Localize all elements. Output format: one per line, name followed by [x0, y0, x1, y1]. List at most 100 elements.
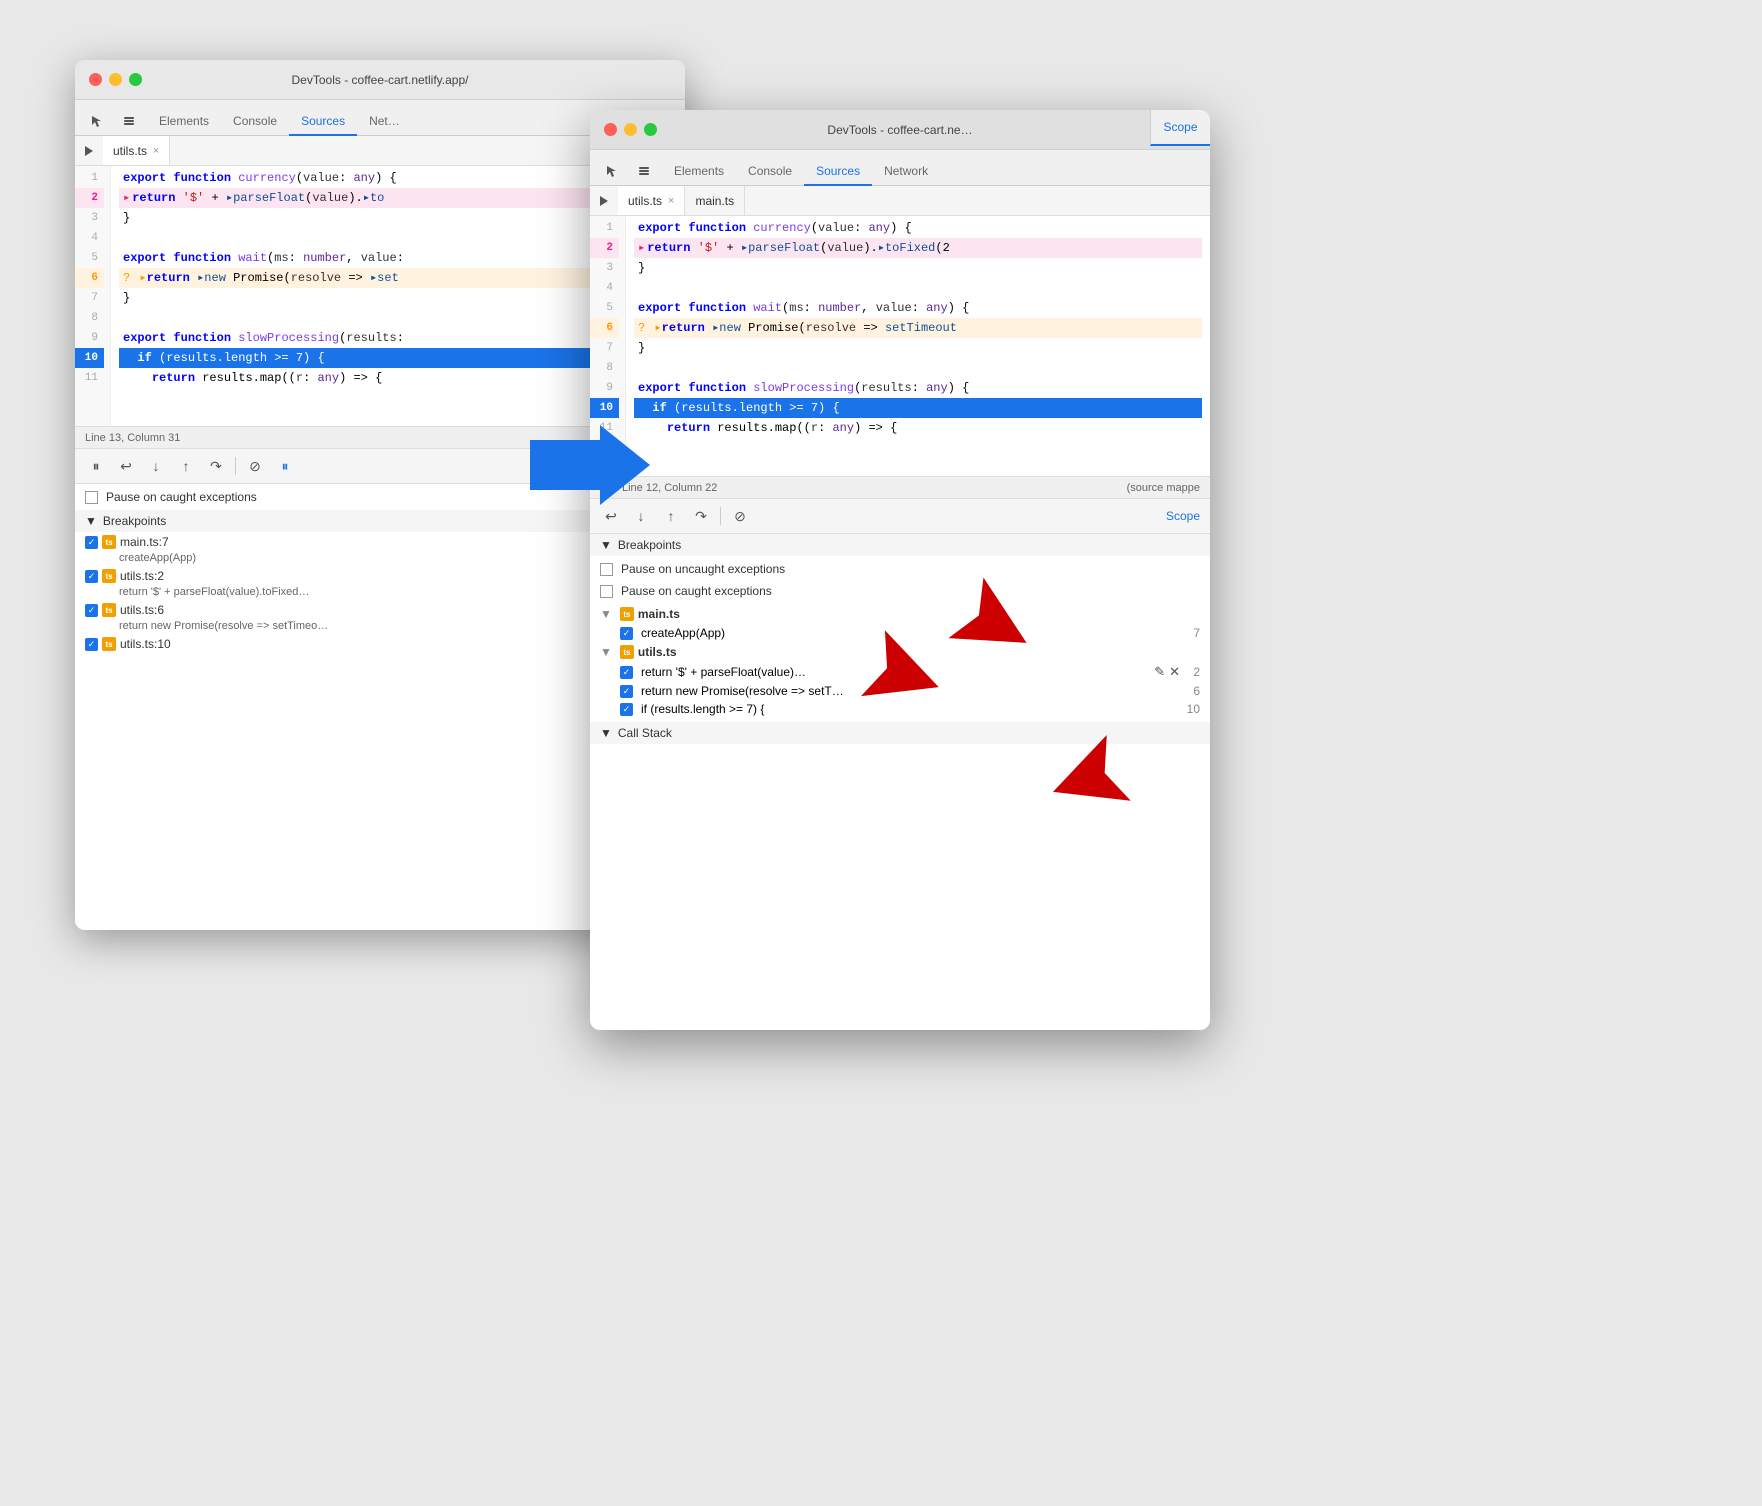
tab-sources-1[interactable]: Sources	[289, 108, 357, 136]
code-content-2: export function currency(value: any) { ▸…	[626, 216, 1210, 476]
tab-elements-1[interactable]: Elements	[147, 108, 221, 136]
pause-caught-label-2: Pause on caught exceptions	[621, 584, 772, 598]
layers-icon[interactable]	[115, 107, 143, 135]
tab-sources-2[interactable]: Sources	[804, 158, 872, 186]
minimize-button-2[interactable]	[624, 123, 637, 136]
tab-console-2[interactable]: Console	[736, 158, 804, 186]
bp-line-num-10: 10	[1187, 702, 1200, 716]
step-out-button-2[interactable]: ↑	[660, 505, 682, 527]
pause-caught-checkbox-2[interactable]	[600, 585, 613, 598]
pause-button-1[interactable]: ⏸	[85, 455, 107, 477]
bp-filename-main-1: main.ts:7	[120, 535, 169, 549]
titlebar-2: DevTools - coffee-cart.ne…	[590, 110, 1210, 150]
close-tab-icon-utils-2[interactable]: ×	[668, 195, 674, 207]
pause-caught-2: Pause on caught exceptions	[590, 582, 1210, 604]
step-over-button-2[interactable]: ↷	[690, 505, 712, 527]
bp-check-utils-return[interactable]: ✓	[620, 666, 633, 679]
file-tab-name-1: utils.ts	[113, 144, 147, 158]
w2-code-line-6: ? ▸return ▸new Promise(resolve => setTim…	[634, 318, 1202, 338]
close-tab-icon-1[interactable]: ×	[153, 145, 159, 157]
bp-check-main-1[interactable]: ✓	[85, 536, 98, 549]
play-icon-2[interactable]	[590, 187, 618, 215]
traffic-lights-2	[604, 123, 657, 136]
bp-file-icon-main-2: ts	[620, 607, 634, 621]
maximize-button-2[interactable]	[644, 123, 657, 136]
minimize-button[interactable]	[109, 73, 122, 86]
editor-tabs-2: utils.ts × main.ts	[590, 186, 1210, 216]
bp-file-main-2: ▼ ts main.ts	[590, 604, 1210, 624]
traffic-lights-1	[89, 73, 142, 86]
cursor-icon-2[interactable]	[598, 157, 626, 185]
tab-network-2[interactable]: Network	[872, 158, 940, 186]
devtools-window-2: DevTools - coffee-cart.ne… Elements Cons…	[590, 110, 1210, 1030]
bp-item-utils-promise-text: return new Promise(resolve => setT…	[641, 684, 844, 698]
window-title-1: DevTools - coffee-cart.netlify.app/	[292, 73, 469, 87]
bp-check-utils6-1[interactable]: ✓	[85, 604, 98, 617]
bp-check-utils2-1[interactable]: ✓	[85, 570, 98, 583]
scope-panel[interactable]: Scope	[1150, 110, 1210, 146]
titlebar-1: DevTools - coffee-cart.netlify.app/	[75, 60, 685, 100]
breakpoints-title-2: Breakpoints	[618, 538, 681, 552]
bp-item-utils-return-text: return '$' + parseFloat(value)…	[641, 665, 806, 679]
bp-item-utils-if-text: if (results.length >= 7) {	[641, 702, 764, 716]
pause-exceptions-checkbox-1[interactable]	[85, 491, 98, 504]
pause-exceptions-label-1: Pause on caught exceptions	[106, 490, 257, 504]
pause-uncaught-2: Pause on uncaught exceptions	[590, 556, 1210, 582]
bp-check-main-create[interactable]: ✓	[620, 627, 633, 640]
window-title-2: DevTools - coffee-cart.ne…	[827, 123, 972, 137]
file-tab-utils-2[interactable]: utils.ts ×	[618, 186, 685, 215]
w2-code-line-3: }	[634, 258, 1202, 278]
delete-icon[interactable]: ✕	[1169, 664, 1180, 680]
edit-icon[interactable]: ✎	[1154, 664, 1165, 680]
pause-uncaught-checkbox-2[interactable]	[600, 563, 613, 576]
bp-filename-main-2: main.ts	[638, 607, 680, 621]
layers-icon-2[interactable]	[630, 157, 658, 185]
bp-filename-utils10-1: utils.ts:10	[120, 637, 171, 651]
toolbar-sep-2	[720, 507, 721, 525]
w2-code-line-11: return results.map((r: any) => {	[634, 418, 1202, 438]
resume-button-1[interactable]: ⏸	[274, 455, 296, 477]
file-tab-name-utils-2: utils.ts	[628, 194, 662, 208]
source-map-2: (source mappe	[1127, 482, 1200, 494]
bp-file-icon-utils6-1: ts	[102, 603, 116, 617]
triangle-down-icon-1: ▼	[85, 514, 97, 528]
play-icon-1[interactable]	[75, 137, 103, 165]
deactivate-button-1[interactable]: ⊘	[244, 455, 266, 477]
deactivate-button-2[interactable]: ⊘	[729, 505, 751, 527]
close-button[interactable]	[89, 73, 102, 86]
breakpoints-title-1: Breakpoints	[103, 514, 166, 528]
bp-filename-utils6-1: utils.ts:6	[120, 603, 164, 617]
step-out-button-1[interactable]: ↑	[175, 455, 197, 477]
triangle-right-utils-2: ▼	[600, 645, 612, 659]
breakpoints-header-2: ▼ Breakpoints	[590, 534, 1210, 556]
bp-file-icon-utils-2: ts	[620, 645, 634, 659]
status-bar-2: {} Line 12, Column 22 (source mappe	[590, 476, 1210, 498]
close-button-2[interactable]	[604, 123, 617, 136]
step-over-button-1[interactable]: ↷	[205, 455, 227, 477]
file-tab-utils-1[interactable]: utils.ts ×	[103, 136, 170, 165]
bp-check-utils10-1[interactable]: ✓	[85, 638, 98, 651]
bp-check-utils-if[interactable]: ✓	[620, 703, 633, 716]
file-tab-main-2[interactable]: main.ts	[685, 186, 745, 215]
step-back-button-1[interactable]: ↩	[115, 455, 137, 477]
step-into-button-1[interactable]: ↓	[145, 455, 167, 477]
bp-item-main-create-line: 7	[1193, 626, 1200, 640]
w2-code-line-2: ▸return '$' + ▸parseFloat(value).▸toFixe…	[634, 238, 1202, 258]
triangle-down-call-stack: ▼	[600, 726, 612, 740]
tab-console-1[interactable]: Console	[221, 108, 289, 136]
bp-file-icon-utils2-1: ts	[102, 569, 116, 583]
tab-network-1[interactable]: Net…	[357, 108, 412, 136]
w2-code-line-10: if (results.length >= 7) {	[634, 398, 1202, 418]
w2-code-line-4	[634, 278, 1202, 298]
maximize-button[interactable]	[129, 73, 142, 86]
debugger-toolbar-2: ↩ ↓ ↑ ↷ ⊘ Scope	[590, 498, 1210, 534]
scope-tab-label[interactable]: Scope	[1166, 509, 1200, 523]
w2-code-line-5: export function wait(ms: number, value: …	[634, 298, 1202, 318]
cursor-icon[interactable]	[83, 107, 111, 135]
bp-item-main-create-text: createApp(App)	[641, 626, 725, 640]
tab-elements-2[interactable]: Elements	[662, 158, 736, 186]
bp-check-utils-promise[interactable]: ✓	[620, 685, 633, 698]
devtools-tabs-2: Elements Console Sources Network Scope	[590, 150, 1210, 186]
blue-arrow	[530, 420, 650, 515]
call-stack-header-2: ▼ Call Stack	[590, 722, 1210, 744]
